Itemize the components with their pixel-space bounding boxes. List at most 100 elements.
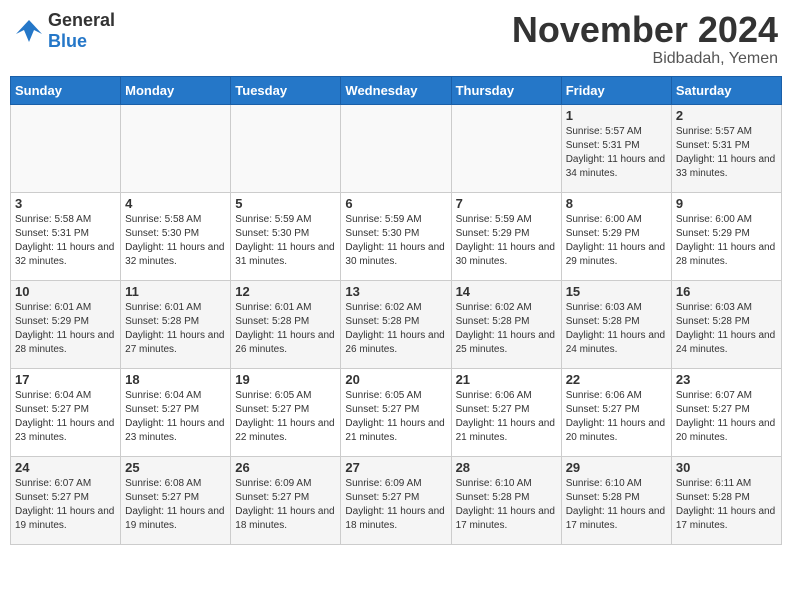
day-info: Sunrise: 6:05 AMSunset: 5:27 PMDaylight:… (235, 389, 336, 445)
calendar-week-row: 3 Sunrise: 5:58 AMSunset: 5:31 PMDaylight… (11, 192, 782, 280)
calendar-cell: 8Sunrise: 6:00 AMSunset: 5:29 PMDaylight… (561, 192, 671, 280)
day-info: Sunrise: 5:58 AMSunset: 5:31 PMDaylight:… (15, 213, 116, 269)
month-title: November 2024 (512, 10, 778, 50)
day-number: 24 (15, 460, 116, 475)
calendar-cell: 15 Sunrise: 6:03 AMSunset: 5:28 PMDayligh… (561, 280, 671, 368)
logo-icon (14, 16, 44, 46)
day-number: 22 (566, 372, 667, 387)
calendar-cell: 10 Sunrise: 6:01 AMSunset: 5:29 PMDayligh… (11, 280, 121, 368)
day-number: 6 (345, 196, 446, 211)
day-number: 11 (125, 284, 226, 299)
day-info: Sunrise: 5:58 AMSunset: 5:30 PMDaylight:… (125, 213, 226, 269)
calendar-cell (341, 104, 451, 192)
day-number: 16 (676, 284, 777, 299)
weekday-header-tuesday: Tuesday (231, 76, 341, 104)
calendar-cell: 18Sunrise: 6:04 AMSunset: 5:27 PMDayligh… (121, 368, 231, 456)
day-number: 20 (345, 372, 446, 387)
calendar-week-row: 24 Sunrise: 6:07 AMSunset: 5:27 PMDayligh… (11, 456, 782, 544)
day-number: 2 (676, 108, 777, 123)
calendar-cell (451, 104, 561, 192)
weekday-header-sunday: Sunday (11, 76, 121, 104)
day-number: 18 (125, 372, 226, 387)
day-info: Sunrise: 5:57 AMSunset: 5:31 PMDaylight:… (566, 125, 667, 181)
day-info: Sunrise: 5:59 AMSunset: 5:30 PMDaylight:… (345, 213, 446, 269)
calendar-cell: 17 Sunrise: 6:04 AMSunset: 5:27 PMDayligh… (11, 368, 121, 456)
calendar-cell: 12Sunrise: 6:01 AMSunset: 5:28 PMDayligh… (231, 280, 341, 368)
day-number: 23 (676, 372, 777, 387)
logo: General Blue (14, 10, 115, 52)
day-info: Sunrise: 6:02 AMSunset: 5:28 PMDaylight:… (456, 301, 557, 357)
day-number: 19 (235, 372, 336, 387)
calendar-week-row: 1 Sunrise: 5:57 AMSunset: 5:31 PMDaylight… (11, 104, 782, 192)
day-info: Sunrise: 5:57 AMSunset: 5:31 PMDaylight:… (676, 125, 777, 181)
calendar-cell: 21 Sunrise: 6:06 AMSunset: 5:27 PMDayligh… (451, 368, 561, 456)
day-number: 1 (566, 108, 667, 123)
calendar-cell (11, 104, 121, 192)
day-info: Sunrise: 6:06 AMSunset: 5:27 PMDaylight:… (566, 389, 667, 445)
day-number: 25 (125, 460, 226, 475)
day-info: Sunrise: 6:05 AMSunset: 5:27 PMDaylight:… (345, 389, 446, 445)
calendar-cell: 25 Sunrise: 6:08 AMSunset: 5:27 PMDayligh… (121, 456, 231, 544)
title-block: November 2024 Bidbadah, Yemen (512, 10, 778, 68)
calendar-cell: 24 Sunrise: 6:07 AMSunset: 5:27 PMDayligh… (11, 456, 121, 544)
calendar-cell: 13Sunrise: 6:02 AMSunset: 5:28 PMDayligh… (341, 280, 451, 368)
location-title: Bidbadah, Yemen (512, 50, 778, 68)
calendar-cell: 28 Sunrise: 6:10 AMSunset: 5:28 PMDayligh… (451, 456, 561, 544)
day-number: 26 (235, 460, 336, 475)
day-info: Sunrise: 6:01 AMSunset: 5:29 PMDaylight:… (15, 301, 116, 357)
day-number: 21 (456, 372, 557, 387)
calendar-week-row: 10 Sunrise: 6:01 AMSunset: 5:29 PMDayligh… (11, 280, 782, 368)
day-info: Sunrise: 6:10 AMSunset: 5:28 PMDaylight:… (456, 477, 557, 533)
day-info: Sunrise: 6:03 AMSunset: 5:28 PMDaylight:… (676, 301, 777, 357)
day-info: Sunrise: 6:01 AMSunset: 5:28 PMDaylight:… (125, 301, 226, 357)
day-number: 29 (566, 460, 667, 475)
calendar-cell: 27Sunrise: 6:09 AMSunset: 5:27 PMDayligh… (341, 456, 451, 544)
calendar-cell: 20 Sunrise: 6:05 AMSunset: 5:27 PMDayligh… (341, 368, 451, 456)
calendar-cell: 29 Sunrise: 6:10 AMSunset: 5:28 PMDayligh… (561, 456, 671, 544)
day-info: Sunrise: 6:04 AMSunset: 5:27 PMDaylight:… (15, 389, 116, 445)
day-info: Sunrise: 6:10 AMSunset: 5:28 PMDaylight:… (566, 477, 667, 533)
calendar-cell: 3 Sunrise: 5:58 AMSunset: 5:31 PMDaylight… (11, 192, 121, 280)
calendar-cell: 9 Sunrise: 6:00 AMSunset: 5:29 PMDaylight… (671, 192, 781, 280)
day-number: 8 (566, 196, 667, 211)
day-number: 30 (676, 460, 777, 475)
logo-blue: Blue (48, 31, 87, 51)
weekday-header-monday: Monday (121, 76, 231, 104)
calendar-cell: 22 Sunrise: 6:06 AMSunset: 5:27 PMDayligh… (561, 368, 671, 456)
calendar-cell: 1 Sunrise: 5:57 AMSunset: 5:31 PMDaylight… (561, 104, 671, 192)
logo-wordmark: General Blue (48, 10, 115, 52)
weekday-header-wednesday: Wednesday (341, 76, 451, 104)
day-number: 14 (456, 284, 557, 299)
calendar-cell: 23 Sunrise: 6:07 AMSunset: 5:27 PMDayligh… (671, 368, 781, 456)
day-number: 28 (456, 460, 557, 475)
weekday-header-row: SundayMondayTuesdayWednesdayThursdayFrid… (11, 76, 782, 104)
day-info: Sunrise: 6:06 AMSunset: 5:27 PMDaylight:… (456, 389, 557, 445)
day-info: Sunrise: 6:00 AMSunset: 5:29 PMDaylight:… (676, 213, 777, 269)
calendar-cell: 4Sunrise: 5:58 AMSunset: 5:30 PMDaylight… (121, 192, 231, 280)
day-number: 12 (235, 284, 336, 299)
day-info: Sunrise: 6:03 AMSunset: 5:28 PMDaylight:… (566, 301, 667, 357)
logo-general: General (48, 10, 115, 30)
calendar-cell: 2 Sunrise: 5:57 AMSunset: 5:31 PMDaylight… (671, 104, 781, 192)
calendar-cell: 19 Sunrise: 6:05 AMSunset: 5:27 PMDayligh… (231, 368, 341, 456)
weekday-header-friday: Friday (561, 76, 671, 104)
calendar-cell: 5Sunrise: 5:59 AMSunset: 5:30 PMDaylight… (231, 192, 341, 280)
calendar-cell: 16 Sunrise: 6:03 AMSunset: 5:28 PMDayligh… (671, 280, 781, 368)
day-number: 15 (566, 284, 667, 299)
day-number: 9 (676, 196, 777, 211)
day-number: 5 (235, 196, 336, 211)
day-number: 10 (15, 284, 116, 299)
calendar-cell (231, 104, 341, 192)
day-number: 7 (456, 196, 557, 211)
day-info: Sunrise: 6:07 AMSunset: 5:27 PMDaylight:… (676, 389, 777, 445)
day-info: Sunrise: 6:08 AMSunset: 5:27 PMDaylight:… (125, 477, 226, 533)
page-header: General Blue November 2024 Bidbadah, Yem… (10, 10, 782, 68)
day-info: Sunrise: 6:02 AMSunset: 5:28 PMDaylight:… (345, 301, 446, 357)
calendar-cell (121, 104, 231, 192)
day-info: Sunrise: 6:09 AMSunset: 5:27 PMDaylight:… (235, 477, 336, 533)
calendar-cell: 14 Sunrise: 6:02 AMSunset: 5:28 PMDayligh… (451, 280, 561, 368)
day-number: 17 (15, 372, 116, 387)
day-number: 3 (15, 196, 116, 211)
day-info: Sunrise: 6:07 AMSunset: 5:27 PMDaylight:… (15, 477, 116, 533)
calendar-week-row: 17 Sunrise: 6:04 AMSunset: 5:27 PMDayligh… (11, 368, 782, 456)
